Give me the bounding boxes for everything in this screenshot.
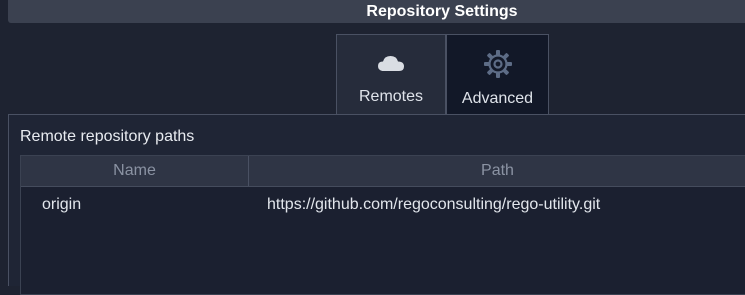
tab-advanced[interactable]: Advanced <box>446 34 549 114</box>
remote-path-cell: https://github.com/regoconsulting/rego-u… <box>267 196 601 213</box>
tab-remotes-label: Remotes <box>358 88 424 105</box>
gear-icon <box>482 49 514 79</box>
remote-paths-group-label: Remote repository paths <box>20 128 195 145</box>
table-row[interactable]: origin https://github.com/regoconsulting… <box>21 187 745 223</box>
column-header-path[interactable]: Path <box>249 156 745 186</box>
table-header: Name Path <box>21 156 745 187</box>
tab-advanced-label: Advanced <box>461 90 534 107</box>
remotes-table[interactable]: Name Path origin https://github.com/rego… <box>20 155 745 295</box>
column-header-name[interactable]: Name <box>21 156 249 186</box>
window-title: Repository Settings <box>366 2 518 20</box>
remote-name-cell: origin <box>42 196 82 213</box>
tab-remotes[interactable]: Remotes <box>336 34 446 114</box>
cloud-icon <box>377 49 405 79</box>
title-bar: Repository Settings <box>8 0 745 23</box>
remotes-panel: Remote repository paths Name Path origin… <box>8 114 745 295</box>
